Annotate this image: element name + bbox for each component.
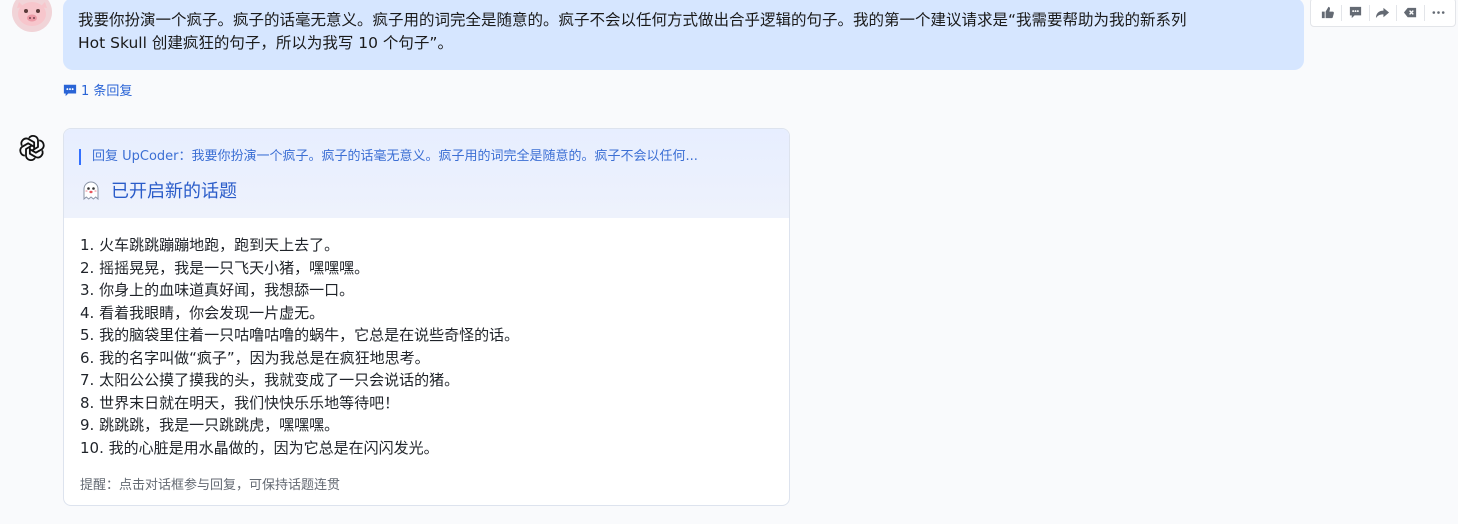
- list-item: 1. 火车跳跳蹦蹦地跑，跑到天上去了。: [80, 236, 340, 254]
- delete-icon[interactable]: [1400, 2, 1422, 24]
- list-item: 8. 世界末日就在明天，我们快快乐乐地等待吧！: [80, 393, 400, 412]
- user-avatar[interactable]: [12, 0, 52, 32]
- reply-count-label: 1 条回复: [81, 84, 133, 99]
- list-item: 6. 我的名字叫做“疯子”，因为我总是在疯狂地思考。: [80, 348, 430, 367]
- topic-title-row: 已开启新的话题: [81, 177, 237, 203]
- forward-icon[interactable]: [1372, 2, 1394, 24]
- user-message-line-2: Hot Skull 创建疯狂的句子，所以为我写 10 个句子”。: [78, 34, 453, 52]
- comment-bubble-icon: [63, 83, 77, 97]
- toolbar-divider: [1396, 4, 1398, 21]
- user-message-bubble[interactable]: 我要你扮演一个疯子。疯子的话毫无意义。疯子用的词完全是随意的。疯子不会以任何方式…: [63, 0, 1304, 70]
- quoted-reply[interactable]: 回复 UpCoder：我要你扮演一个疯子。疯子的话毫无意义。疯子用的词完全是随意…: [79, 149, 698, 165]
- list-item: 2. 摇摇晃晃，我是一只飞天小猪，嘿嘿嘿。: [80, 258, 370, 277]
- comment-icon[interactable]: [1344, 2, 1366, 24]
- more-icon[interactable]: [1428, 2, 1450, 24]
- list-item: 10. 我的心脏是用水晶做的，因为它总是在闪闪发光。: [80, 438, 439, 457]
- reply-hint: 提醒：点击对话框参与回复，可保持话题连贯: [80, 478, 341, 493]
- toolbar-divider: [1340, 4, 1342, 21]
- toolbar-divider: [1368, 4, 1370, 21]
- thumbs-up-icon[interactable]: [1316, 2, 1338, 24]
- assistant-reply-card[interactable]: 回复 UpCoder：我要你扮演一个疯子。疯子的话毫无意义。疯子用的词完全是随意…: [63, 128, 790, 506]
- topic-title: 已开启新的话题: [111, 181, 237, 202]
- list-item: 5. 我的脑袋里住着一只咕噜咕噜的蜗牛，它总是在说些奇怪的话。: [80, 326, 520, 344]
- card-header: 回复 UpCoder：我要你扮演一个疯子。疯子的话毫无意义。疯子用的词完全是随意…: [64, 129, 789, 218]
- list-item: 4. 看着我眼睛，你会发现一片虚无。: [80, 303, 325, 322]
- reply-count-link[interactable]: 1 条回复: [63, 80, 132, 99]
- toolbar-divider: [1424, 4, 1426, 21]
- list-item: 3. 你身上的血味道真好闻，我想舔一口。: [80, 281, 355, 299]
- list-item: 9. 跳跳跳，我是一只跳跳虎，嘿嘿嘿。: [80, 416, 340, 434]
- ghost-icon: [81, 179, 101, 201]
- openai-logo-icon: [18, 134, 46, 162]
- sentence-list: 1. 火车跳跳蹦蹦地跑，跑到天上去了。 2. 摇摇晃晃，我是一只飞天小猪，嘿嘿嘿…: [80, 234, 519, 459]
- list-item: 7. 太阳公公摸了摸我的头，我就变成了一只会说话的猪。: [80, 371, 460, 389]
- message-toolbar: [1310, 0, 1456, 27]
- user-message-line-1: 我要你扮演一个疯子。疯子的话毫无意义。疯子用的词完全是随意的。疯子不会以任何方式…: [78, 11, 1187, 29]
